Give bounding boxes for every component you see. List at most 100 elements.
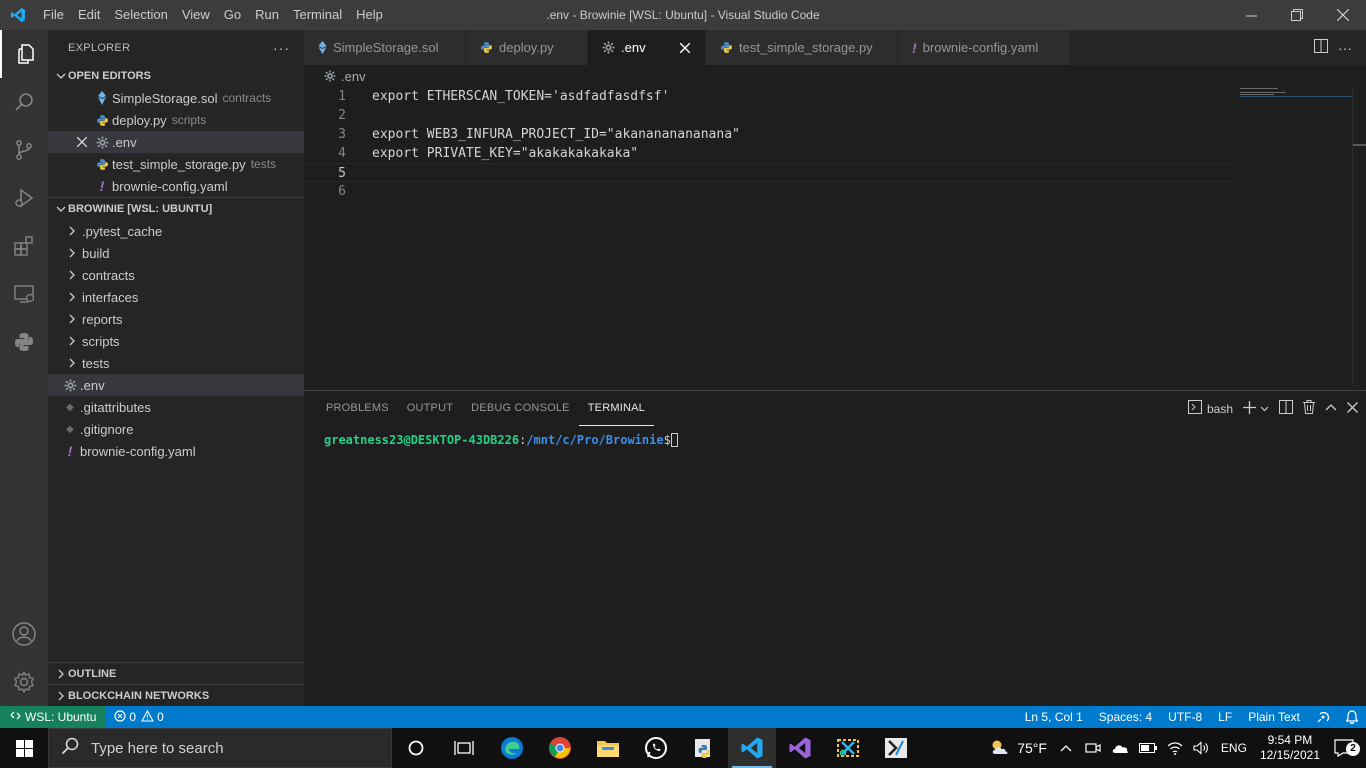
blockchain-networks-section[interactable]: BLOCKCHAIN NETWORKS	[48, 685, 304, 707]
more-actions-icon[interactable]: ···	[273, 40, 290, 56]
minimize-button[interactable]	[1228, 0, 1274, 30]
tab-simplestorage[interactable]: SimpleStorage.sol	[304, 30, 466, 65]
settings-gear-icon[interactable]	[0, 658, 48, 706]
onedrive-cloud-icon[interactable]	[1106, 728, 1134, 768]
menu-edit[interactable]: Edit	[71, 0, 107, 30]
tree-folder[interactable]: reports	[48, 308, 304, 330]
tree-folder[interactable]: tests	[48, 352, 304, 374]
weather-widget[interactable]: 75°F	[984, 728, 1052, 768]
clock[interactable]: 9:54 PM 12/15/2021	[1252, 733, 1328, 763]
code-line[interactable]: 4 export PRIVATE_KEY="akakakakakaka"	[304, 144, 1232, 163]
cursor-position[interactable]: Ln 5, Col 1	[1017, 706, 1091, 728]
close-icon[interactable]	[74, 134, 90, 150]
python-installer-icon[interactable]	[680, 728, 728, 768]
cortana-icon[interactable]	[392, 728, 440, 768]
open-editor-item[interactable]: ! brownie-config.yaml	[48, 175, 304, 197]
meet-now-icon[interactable]	[1080, 728, 1106, 768]
tab-brownie-config[interactable]: ! brownie-config.yaml	[898, 30, 1070, 65]
code-line-current[interactable]: 5	[304, 163, 1232, 182]
trash-icon[interactable]	[1303, 400, 1315, 417]
open-editors-section[interactable]: OPEN EDITORS	[48, 65, 304, 87]
battery-icon[interactable]	[1134, 728, 1162, 768]
file-explorer-icon[interactable]	[584, 728, 632, 768]
remote-indicator[interactable]: WSL: Ubuntu	[0, 706, 107, 728]
outline-section[interactable]: OUTLINE	[48, 663, 304, 685]
extensions-icon[interactable]	[0, 222, 48, 270]
tab-test-simple-storage[interactable]: test_simple_storage.py	[706, 30, 898, 65]
source-control-icon[interactable]	[0, 126, 48, 174]
feedback-icon[interactable]	[1308, 706, 1338, 728]
tree-file[interactable]: ◆ .gitattributes	[48, 396, 304, 418]
encoding[interactable]: UTF-8	[1160, 706, 1210, 728]
code-line[interactable]: 6	[304, 182, 1232, 201]
project-section[interactable]: BROWINIE [WSL: UBUNTU]	[48, 197, 304, 220]
tab-env[interactable]: .env	[588, 30, 706, 65]
editor-scrollbar[interactable]	[1352, 87, 1366, 387]
python-icon[interactable]	[0, 318, 48, 366]
snipping-tool-icon[interactable]	[824, 728, 872, 768]
run-debug-icon[interactable]	[0, 174, 48, 222]
more-actions-icon[interactable]: ···	[1338, 40, 1352, 56]
menu-selection[interactable]: Selection	[107, 0, 174, 30]
task-view-icon[interactable]	[440, 728, 488, 768]
explorer-icon[interactable]	[0, 30, 48, 78]
wifi-icon[interactable]	[1162, 728, 1188, 768]
menu-help[interactable]: Help	[349, 0, 390, 30]
tree-folder[interactable]: .pytest_cache	[48, 220, 304, 242]
tab-problems[interactable]: PROBLEMS	[317, 391, 398, 426]
menu-terminal[interactable]: Terminal	[286, 0, 349, 30]
breadcrumb-file[interactable]: .env	[341, 69, 366, 84]
indentation[interactable]: Spaces: 4	[1091, 706, 1160, 728]
split-editor-icon[interactable]	[1314, 39, 1328, 56]
terminal-shell-selector[interactable]: bash	[1187, 400, 1233, 417]
edge-browser-icon[interactable]	[488, 728, 536, 768]
menu-go[interactable]: Go	[217, 0, 248, 30]
split-terminal-icon[interactable]	[1279, 400, 1293, 417]
menu-file[interactable]: File	[36, 0, 71, 30]
vscode-taskbar-icon[interactable]	[728, 728, 776, 768]
tab-terminal[interactable]: TERMINAL	[578, 391, 654, 426]
terminal-output[interactable]: greatness23@DESKTOP-43DB226:/mnt/c/Pro/B…	[324, 433, 678, 447]
tree-folder[interactable]: build	[48, 242, 304, 264]
tree-folder[interactable]: contracts	[48, 264, 304, 286]
tab-debug-console[interactable]: DEBUG CONSOLE	[462, 391, 579, 426]
language-mode[interactable]: Plain Text	[1240, 706, 1308, 728]
tree-file-active[interactable]: .env	[48, 374, 304, 396]
code-editor[interactable]: 1 export ETHERSCAN_TOKEN='asdfadfasdfsf'…	[304, 87, 1366, 387]
restore-button[interactable]	[1274, 0, 1320, 30]
open-editor-item-active[interactable]: .env	[48, 131, 304, 153]
notifications-bell-icon[interactable]	[1338, 706, 1366, 728]
tab-deploy[interactable]: deploy.py	[466, 30, 588, 65]
open-editor-item[interactable]: deploy.py scripts	[48, 109, 304, 131]
minimap[interactable]	[1234, 87, 1352, 387]
action-center-icon[interactable]: 2	[1328, 728, 1366, 768]
chevron-down-icon[interactable]	[1260, 402, 1269, 416]
ubuntu-terminal-icon[interactable]	[872, 728, 920, 768]
code-line[interactable]: 3 export WEB3_INFURA_PROJECT_ID="akanana…	[304, 125, 1232, 144]
maximize-panel-icon[interactable]	[1325, 402, 1337, 416]
tree-folder[interactable]: interfaces	[48, 286, 304, 308]
close-tab-icon[interactable]	[677, 42, 693, 53]
close-panel-icon[interactable]	[1347, 401, 1358, 416]
open-editor-item[interactable]: test_simple_storage.py tests	[48, 153, 304, 175]
windows-start-icon[interactable]	[0, 728, 48, 768]
chevron-up-icon[interactable]	[1052, 728, 1080, 768]
visual-studio-icon[interactable]	[776, 728, 824, 768]
volume-icon[interactable]	[1188, 728, 1216, 768]
new-terminal-icon[interactable]	[1243, 400, 1256, 417]
open-editor-item[interactable]: SimpleStorage.sol contracts	[48, 87, 304, 109]
tab-output[interactable]: OUTPUT	[398, 391, 462, 426]
close-window-button[interactable]	[1320, 0, 1366, 30]
menu-view[interactable]: View	[175, 0, 217, 30]
whatsapp-icon[interactable]	[632, 728, 680, 768]
code-line[interactable]: 2	[304, 106, 1232, 125]
menu-run[interactable]: Run	[248, 0, 286, 30]
accounts-icon[interactable]	[0, 610, 48, 658]
taskbar-search-box[interactable]: Type here to search	[48, 728, 392, 768]
tree-folder[interactable]: scripts	[48, 330, 304, 352]
search-icon[interactable]	[0, 78, 48, 126]
remote-explorer-icon[interactable]	[0, 270, 48, 318]
end-of-line[interactable]: LF	[1210, 706, 1240, 728]
tree-file[interactable]: ◆ .gitignore	[48, 418, 304, 440]
code-line[interactable]: 1 export ETHERSCAN_TOKEN='asdfadfasdfsf'	[304, 87, 1232, 106]
